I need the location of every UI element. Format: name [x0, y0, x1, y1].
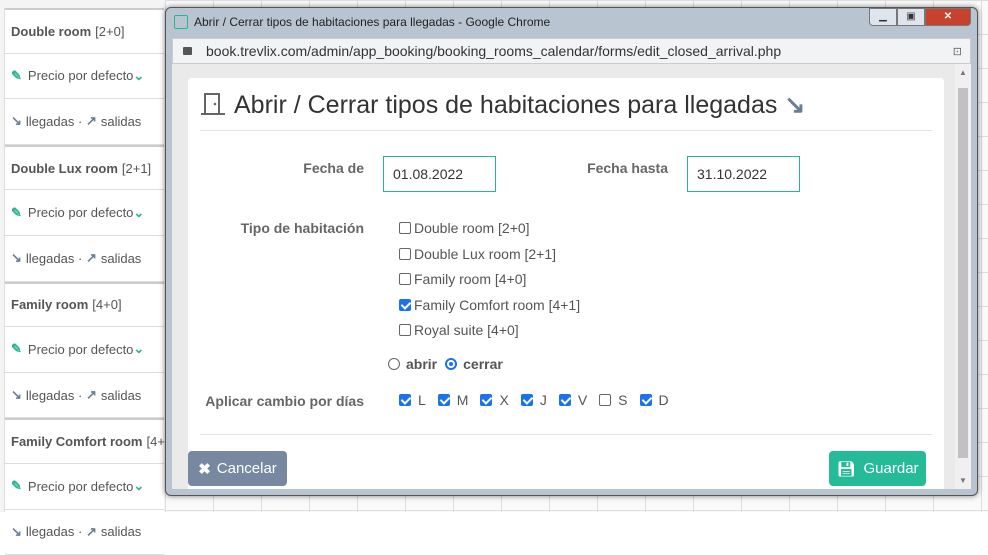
form-card: Abrir / Cerrar tipos de habitaciones par…: [188, 78, 944, 489]
room-type-label: Tipo de habitación: [240, 220, 364, 236]
edit-icon: ✎: [11, 67, 22, 83]
arrow-up-right-icon: ↗: [85, 113, 97, 129]
day-checkbox[interactable]: J: [520, 392, 547, 408]
divider: [200, 130, 932, 131]
edit-icon: ✎: [11, 204, 22, 220]
date-to-input[interactable]: 31.10.2022: [687, 156, 800, 192]
calendar-icon: [174, 15, 188, 29]
days-label: Aplicar cambio por días: [205, 393, 364, 409]
edit-icon: ✎: [11, 478, 22, 494]
day-checkbox[interactable]: X: [480, 392, 509, 408]
room-name-row: Family room [4+0]: [5, 281, 164, 328]
arrivals-departures-row[interactable]: ↘ llegadas · ↗ salidas: [5, 99, 164, 145]
chevron-down-icon: ⌄: [133, 341, 145, 357]
arrow-up-right-icon: ↗: [85, 387, 97, 403]
save-button[interactable]: 💾︎ Guardar: [829, 451, 926, 486]
arrivals-departures-row[interactable]: ↘ llegadas · ↗ salidas: [5, 236, 164, 282]
default-price-row[interactable]: ✎ Precio por defecto ⌄: [5, 464, 164, 510]
divider: [200, 434, 932, 435]
room-name-row: Double Lux room [2+1]: [5, 144, 164, 191]
date-to-label: Fecha hasta: [587, 160, 668, 176]
arrivals-departures-row[interactable]: ↘ llegadas · ↗ salidas: [5, 510, 164, 555]
door-icon: [201, 93, 225, 115]
close-button[interactable]: ✕: [925, 8, 971, 26]
room-type-checkbox[interactable]: Double Lux room [2+1]: [399, 246, 556, 262]
title-bar: Abrir / Cerrar tipos de habitaciones par…: [166, 8, 977, 36]
x-icon: ✖: [198, 460, 211, 478]
default-price-row[interactable]: ✎ Precio por defecto ⌄: [5, 190, 164, 236]
date-from-input[interactable]: 01.08.2022: [383, 156, 496, 192]
minimize-button[interactable]: ▁: [869, 8, 897, 26]
arrow-down-right-icon: ↘: [11, 250, 22, 266]
day-checkbox[interactable]: V: [558, 392, 587, 408]
checkbox: [399, 247, 411, 260]
checkbox: [558, 394, 571, 406]
checkbox: [399, 324, 411, 336]
checkbox: [399, 222, 411, 234]
arrow-up-right-icon: ↗: [85, 250, 97, 266]
room-name-row: Double room [2+0]: [5, 8, 164, 54]
chevron-down-icon: ⌄: [133, 478, 145, 494]
open-close-radios: abrir cerrar: [388, 356, 503, 372]
room-type-checkbox[interactable]: Double room [2+0]: [399, 220, 530, 236]
open-radio[interactable]: [388, 358, 400, 370]
checkbox: [639, 394, 652, 406]
lock-icon: [183, 47, 192, 55]
arrow-down-right-icon: ↘: [784, 91, 806, 119]
arrivals-departures-row[interactable]: ↘ llegadas · ↗ salidas: [5, 373, 164, 419]
checkbox: [399, 298, 411, 311]
checkbox: [520, 394, 533, 406]
chevron-down-icon: ⌄: [133, 67, 145, 83]
address-bar[interactable]: book.trevlix.com/admin/app_booking/booki…: [172, 38, 971, 64]
arrow-up-right-icon: ↗: [85, 523, 97, 539]
checkbox: [399, 273, 411, 285]
room-type-checkbox[interactable]: Royal suite [4+0]: [399, 322, 519, 338]
cancel-button[interactable]: ✖ Cancelar: [188, 451, 287, 486]
checkbox: [599, 394, 612, 406]
checkbox: [480, 394, 493, 406]
arrow-down-right-icon: ↘: [11, 113, 22, 129]
checkbox: [399, 394, 411, 406]
form-title: Abrir / Cerrar tipos de habitaciones par…: [234, 91, 806, 119]
floppy-disk-icon: 💾︎: [836, 460, 856, 478]
open-label: abrir: [406, 356, 438, 372]
day-checkbox[interactable]: S: [599, 392, 628, 408]
edit-icon: ✎: [11, 341, 22, 357]
day-checkbox[interactable]: M: [437, 392, 468, 408]
close-radio[interactable]: [445, 358, 458, 370]
maximize-button[interactable]: ▣: [897, 8, 925, 26]
day-checkbox[interactable]: D: [639, 392, 669, 408]
checkbox: [437, 394, 450, 406]
scrollbar[interactable]: ▲ ▼: [955, 64, 971, 489]
default-price-row[interactable]: ✎ Precio por defecto ⌄: [5, 54, 164, 100]
arrow-down-right-icon: ↘: [11, 387, 22, 403]
room-sidebar: Double room [2+0] ✎ Precio por defecto ⌄ ↘ l…: [4, 8, 176, 555]
close-label: cerrar: [463, 356, 503, 372]
window-title: Abrir / Cerrar tipos de habitaciones par…: [194, 15, 551, 29]
room-type-checkbox[interactable]: Family room [4+0]: [399, 271, 526, 287]
page-content: Abrir / Cerrar tipos de habitaciones par…: [172, 64, 971, 489]
default-price-row[interactable]: ✎ Precio por defecto ⌄: [5, 327, 164, 373]
date-from-label: Fecha de: [303, 160, 364, 176]
days-checkboxes: LMXJVSD: [399, 392, 681, 408]
translate-icon[interactable]: ⊡: [953, 45, 962, 58]
room-name-row: Family Comfort room [4+1]: [5, 418, 176, 464]
day-checkbox[interactable]: L: [399, 392, 426, 408]
chevron-down-icon: ⌄: [133, 204, 145, 220]
popup-window: Abrir / Cerrar tipos de habitaciones par…: [165, 7, 978, 496]
arrow-down-right-icon: ↘: [11, 523, 22, 539]
room-type-checkbox[interactable]: Family Comfort room [4+1]: [399, 297, 580, 313]
url-text: book.trevlix.com/admin/app_booking/booki…: [206, 43, 782, 59]
